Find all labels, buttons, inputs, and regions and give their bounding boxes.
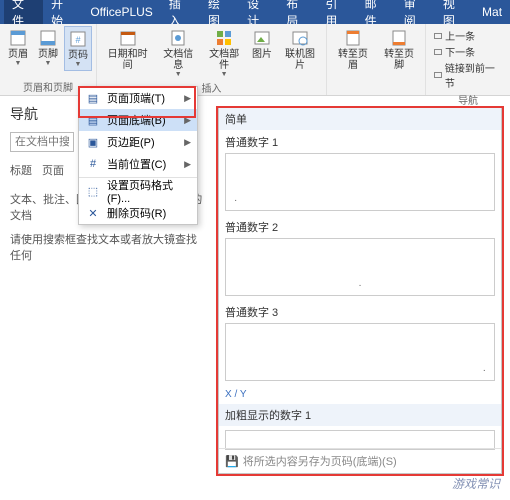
gallery-option-plain-2[interactable]: 普通数字 2 · — [219, 215, 501, 300]
page-number-menu: ▤ 页面顶端(T) ▶ ▤ 页面底端(B) ▶ ▣ 页边距(P) ▶ # 当前位… — [78, 86, 198, 225]
tab-layout[interactable]: 布局 — [278, 0, 317, 24]
footer-icon — [38, 28, 58, 48]
watermark: 游戏常识 — [452, 475, 500, 492]
gallery-option-plain-3[interactable]: 普通数字 3 · — [219, 300, 501, 385]
gallery-xy-link[interactable]: X / Y — [219, 385, 501, 404]
submenu-arrow-icon: ▶ — [184, 115, 191, 126]
tab-mail[interactable]: 邮件 — [357, 0, 396, 24]
submenu-arrow-icon: ▶ — [184, 159, 191, 170]
group-label: 页眉和页脚 — [23, 79, 73, 93]
tab-review[interactable]: 审阅 — [396, 0, 435, 24]
prev-icon — [434, 33, 442, 39]
doc-parts-icon — [214, 28, 234, 48]
group-insert: 日期和时间 文档信息 ▼ 文档部件 ▼ 图片 联机图片 插入 — [97, 24, 327, 95]
doc-parts-button[interactable]: 文档部件 ▼ — [202, 26, 246, 80]
goto-footer-icon — [389, 28, 409, 48]
pictures-icon — [252, 28, 272, 48]
header-icon — [8, 28, 28, 48]
submenu-arrow-icon: ▶ — [184, 93, 191, 104]
page-bottom-icon: ▤ — [85, 112, 101, 128]
page-top-icon: ▤ — [85, 90, 101, 106]
format-icon: ⬚ — [85, 183, 101, 199]
group-label: 导航 — [458, 92, 478, 106]
group-header-footer: 页眉 ▼ 页脚 ▼ # 页码 ▼ 页眉和页脚 — [0, 24, 97, 95]
page-number-gallery: 简单 普通数字 1 · 普通数字 2 · 普通数字 3 · X / Y 加粗显示… — [218, 108, 502, 474]
online-pic-icon — [290, 28, 310, 48]
search-input[interactable] — [10, 132, 74, 152]
submenu-arrow-icon: ▶ — [184, 137, 191, 148]
tab-home[interactable]: 开始 — [43, 0, 82, 24]
goto-header-button[interactable]: 转至页眉 — [331, 26, 375, 73]
doc-info-icon — [168, 28, 188, 48]
gallery-category-bold: 加粗显示的数字 1 — [219, 404, 501, 426]
tab-draw[interactable]: 绘图 — [200, 0, 239, 24]
margins-icon: ▣ — [85, 134, 101, 150]
page-number-button[interactable]: # 页码 ▼ — [64, 26, 92, 71]
preview-3: · — [225, 323, 495, 381]
nav-next[interactable]: 下一条 — [434, 44, 502, 59]
nav-desc-2: 请使用搜索框查找文本或者放大镜查找任何 — [10, 232, 206, 264]
doc-info-button[interactable]: 文档信息 ▼ — [156, 26, 200, 80]
chevron-down-icon: ▼ — [175, 71, 182, 78]
page-number-icon: # — [68, 29, 88, 49]
header-button[interactable]: 页眉 ▼ — [4, 26, 32, 69]
tab-officeplus[interactable]: OfficePLUS — [82, 0, 160, 24]
footer-button[interactable]: 页脚 ▼ — [34, 26, 62, 69]
menu-page-top[interactable]: ▤ 页面顶端(T) ▶ — [79, 87, 197, 109]
goto-header-icon — [343, 28, 363, 48]
date-icon — [118, 28, 138, 48]
nav-tab-heading[interactable]: 标题 — [10, 162, 32, 178]
goto-footer-button[interactable]: 转至页脚 — [377, 26, 421, 73]
current-pos-icon: # — [85, 156, 101, 172]
chevron-down-icon: ▼ — [15, 60, 22, 67]
group-nav: 上一条 下一条 链接到前一节 导航 — [426, 24, 510, 95]
remove-icon: ✕ — [85, 205, 101, 221]
tab-mat[interactable]: Mat — [474, 0, 510, 24]
chevron-down-icon: ▼ — [75, 61, 82, 68]
online-pic-button[interactable]: 联机图片 — [278, 26, 322, 73]
gallery-save-selection[interactable]: 💾 将所选内容另存为页码(底端)(S) — [219, 448, 501, 473]
menu-format[interactable]: ⬚ 设置页码格式(F)... — [79, 180, 197, 202]
ribbon: 页眉 ▼ 页脚 ▼ # 页码 ▼ 页眉和页脚 日期和时间 文档信 — [0, 24, 510, 96]
main-tabs: 文件 开始 OfficePLUS 插入 绘图 设计 布局 引用 邮件 审阅 视图… — [0, 0, 510, 24]
tab-design[interactable]: 设计 — [239, 0, 278, 24]
nav-tab-page[interactable]: 页面 — [42, 162, 64, 178]
preview-2: · — [225, 238, 495, 296]
menu-page-margins[interactable]: ▣ 页边距(P) ▶ — [79, 131, 197, 153]
save-icon: 💾 — [225, 455, 239, 468]
nav-link[interactable]: 链接到前一节 — [434, 60, 502, 90]
pictures-button[interactable]: 图片 — [248, 26, 276, 62]
date-time-button[interactable]: 日期和时间 — [101, 26, 154, 73]
nav-prev[interactable]: 上一条 — [434, 28, 502, 43]
tab-insert[interactable]: 插入 — [161, 0, 200, 24]
menu-remove[interactable]: ✕ 删除页码(R) — [79, 202, 197, 224]
preview-1: · — [225, 153, 495, 211]
menu-current-pos[interactable]: # 当前位置(C) ▶ — [79, 153, 197, 175]
chevron-down-icon: ▼ — [221, 71, 228, 78]
group-label: 插入 — [201, 80, 221, 94]
chevron-down-icon: ▼ — [45, 60, 52, 67]
svg-text:#: # — [75, 35, 80, 45]
next-icon — [434, 49, 442, 55]
preview-bold — [225, 430, 495, 450]
gallery-option-plain-1[interactable]: 普通数字 1 · — [219, 130, 501, 215]
group-goto: 转至页眉 转至页脚 — [327, 24, 426, 95]
link-icon — [434, 72, 442, 78]
gallery-category-simple: 简单 — [219, 108, 501, 130]
tab-view[interactable]: 视图 — [435, 0, 474, 24]
tab-references[interactable]: 引用 — [317, 0, 356, 24]
tab-file[interactable]: 文件 — [4, 0, 43, 24]
menu-page-bottom[interactable]: ▤ 页面底端(B) ▶ — [79, 109, 197, 131]
